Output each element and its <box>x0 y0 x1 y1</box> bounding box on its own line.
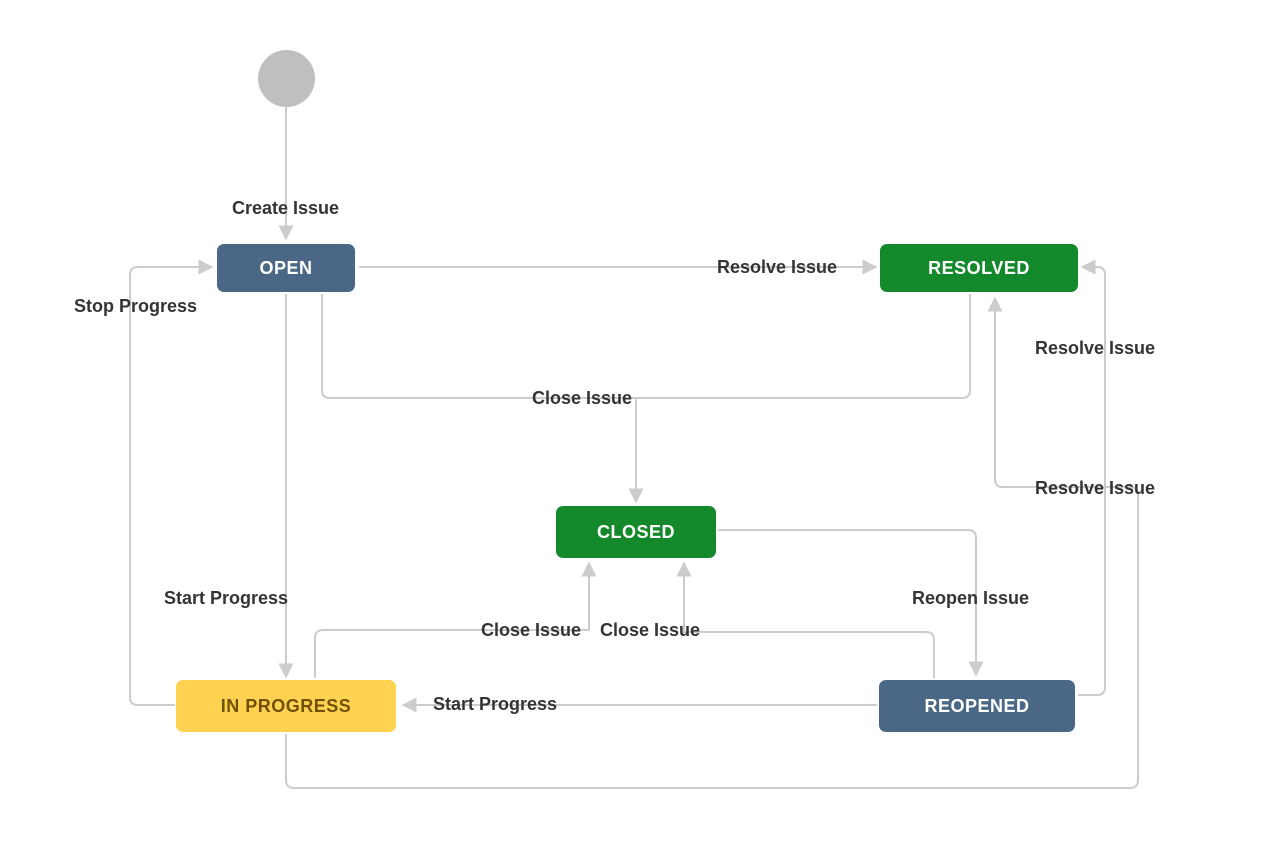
state-open: OPEN <box>217 244 355 292</box>
transition-label-start-progress-open: Start Progress <box>164 588 288 609</box>
transition-label-resolve-inprogress: Resolve Issue <box>1035 478 1155 499</box>
state-label: OPEN <box>259 258 312 279</box>
transition-label-create-issue: Create Issue <box>232 198 339 219</box>
start-node <box>258 50 315 107</box>
transition-label-stop-progress: Stop Progress <box>74 296 197 317</box>
state-label: RESOLVED <box>928 258 1030 279</box>
state-label: IN PROGRESS <box>221 696 352 717</box>
transition-label-close-inprogress: Close Issue <box>481 620 581 641</box>
workflow-diagram: OPEN RESOLVED CLOSED IN PROGRESS REOPENE… <box>0 0 1268 853</box>
transition-label-close-reopened: Close Issue <box>600 620 700 641</box>
state-resolved: RESOLVED <box>880 244 1078 292</box>
state-reopened: REOPENED <box>879 680 1075 732</box>
state-closed: CLOSED <box>556 506 716 558</box>
transition-label-start-progress-reopened: Start Progress <box>433 694 557 715</box>
state-label: REOPENED <box>924 696 1029 717</box>
transition-label-resolve-reopened: Resolve Issue <box>1035 338 1155 359</box>
state-in-progress: IN PROGRESS <box>176 680 396 732</box>
transition-label-close-open: Close Issue <box>532 388 632 409</box>
transition-label-reopen-issue: Reopen Issue <box>912 588 1029 609</box>
transition-label-resolve-open: Resolve Issue <box>717 257 837 278</box>
state-label: CLOSED <box>597 522 675 543</box>
